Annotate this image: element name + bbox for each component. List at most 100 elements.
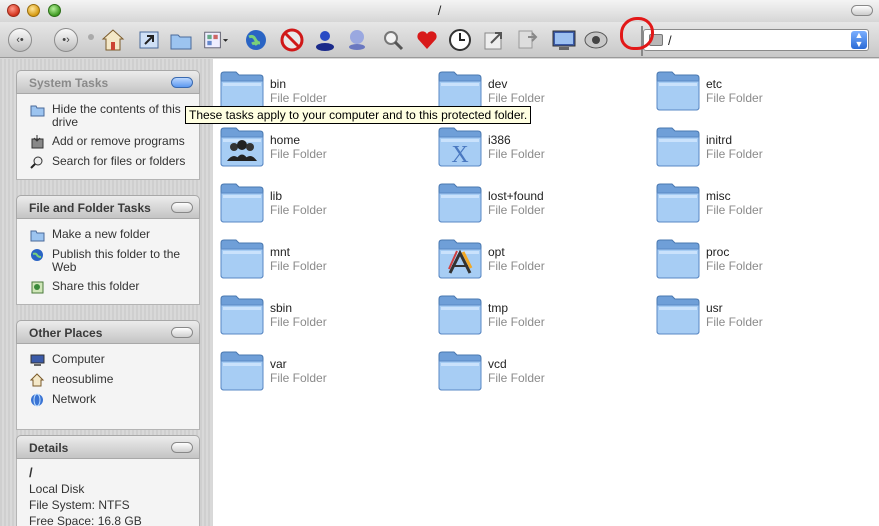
back-arrow-icon: ‹• (8, 28, 32, 52)
move-to-icon (484, 32, 502, 50)
folder-icon (438, 71, 482, 111)
stop-button[interactable] (279, 27, 305, 53)
computer-button[interactable] (551, 27, 577, 53)
toolbar-toggle-button[interactable] (851, 5, 873, 16)
panel-header[interactable]: Other Places (16, 320, 200, 344)
folder-item-initrd[interactable]: initrd File Folder (649, 119, 859, 169)
favorites-button[interactable] (414, 27, 440, 53)
folder-icon (220, 351, 264, 391)
folder-item-opt[interactable]: opt File Folder (431, 231, 641, 281)
copy-to-icon (518, 30, 538, 49)
details-free-space: Free Space: 16.8 GB (29, 514, 142, 526)
globe-icon (246, 30, 266, 50)
folder-type: File Folder (270, 203, 327, 217)
panel-header[interactable]: Details (16, 435, 200, 459)
search-button[interactable] (380, 27, 406, 53)
collapse-button[interactable] (171, 442, 193, 453)
drive-button[interactable] (583, 27, 609, 53)
task-label: Add or remove programs (52, 134, 185, 148)
place-neosublime[interactable]: neosublime (17, 370, 199, 390)
folder-item-var[interactable]: var File Folder (213, 343, 423, 393)
place-label: neosublime (52, 372, 114, 386)
folder-item-home[interactable]: home File Folder (213, 119, 423, 169)
user-button[interactable] (312, 27, 338, 53)
address-bar[interactable]: / ▲ ▼ (643, 29, 869, 51)
network-button[interactable] (243, 27, 269, 53)
folder-name: lib (270, 189, 283, 203)
folder-icon (220, 239, 264, 279)
network-icon (31, 393, 43, 407)
task-hide-drive-contents[interactable]: Hide the contents of this drive (17, 100, 199, 132)
folder-name: var (270, 357, 287, 371)
folder-type: File Folder (706, 259, 763, 273)
folder-type: File Folder (488, 91, 545, 105)
folder-item-misc[interactable]: misc File Folder (649, 175, 859, 225)
folder-item-i386[interactable]: X i386 File Folder (431, 119, 641, 169)
folder-name: opt (488, 245, 505, 259)
folder-icon (438, 351, 482, 391)
task-search-files[interactable]: Search for files or folders (17, 152, 199, 172)
up-folder-icon (139, 31, 159, 49)
folder-icon (656, 183, 700, 223)
task-share-folder[interactable]: Share this folder (17, 277, 199, 297)
toolbar: ‹• •› / ▲ ▼ (0, 22, 879, 58)
folder-item-usr[interactable]: usr File Folder (649, 287, 859, 337)
folder-name: dev (488, 77, 508, 91)
folder-item-mnt[interactable]: mnt File Folder (213, 231, 423, 281)
user2-button[interactable] (344, 27, 370, 53)
stop-icon (280, 28, 304, 52)
task-add-remove-programs[interactable]: Add or remove programs (17, 132, 199, 152)
folder-name: etc (706, 77, 723, 91)
folder-item-vcd[interactable]: vcd File Folder (431, 343, 641, 393)
folder-type: File Folder (706, 147, 763, 161)
folder-type: File Folder (488, 259, 545, 273)
copy-to-button[interactable] (515, 27, 541, 53)
folder-item-lost-found[interactable]: lost+found File Folder (431, 175, 641, 225)
task-publish-folder[interactable]: Publish this folder to the Web (17, 245, 199, 277)
file-list: bin File Folder dev File Folder etc File… (213, 59, 879, 526)
move-to-button[interactable] (481, 27, 507, 53)
folder-name: usr (706, 301, 723, 315)
folder-item-etc[interactable]: etc File Folder (649, 63, 859, 113)
folder-type: File Folder (706, 315, 763, 329)
history-button[interactable] (447, 27, 473, 53)
folder-name: lost+found (488, 189, 544, 203)
place-network[interactable]: Network (17, 390, 199, 410)
collapse-button[interactable] (171, 77, 193, 88)
new-folder-icon (30, 230, 45, 242)
panel-body: / Local Disk File System: NTFS Free Spac… (16, 459, 200, 526)
folder-item-sbin[interactable]: sbin File Folder (213, 287, 423, 337)
svg-text:X: X (451, 142, 468, 167)
place-computer[interactable]: Computer (17, 350, 199, 370)
task-label: Search for files or folders (52, 154, 186, 168)
panel-body: Computer neosublime Network (16, 344, 200, 430)
folder-item-proc[interactable]: proc File Folder (649, 231, 859, 281)
home-button[interactable] (100, 27, 126, 53)
monitor-icon (552, 30, 576, 50)
panel-body: Make a new folder Publish this folder to… (16, 219, 200, 305)
forward-button[interactable]: •› (53, 27, 79, 53)
folder-name: home (270, 133, 301, 147)
folder-item-lib[interactable]: lib File Folder (213, 175, 423, 225)
folder-name: sbin (270, 301, 293, 315)
place-label: Network (52, 392, 97, 406)
task-label: Publish this folder to the Web (52, 247, 181, 274)
task-make-new-folder[interactable]: Make a new folder (17, 225, 199, 245)
user-icon (316, 31, 334, 51)
clock-icon (449, 29, 471, 51)
back-button[interactable]: ‹• (7, 27, 33, 53)
views-button[interactable] (203, 27, 229, 53)
address-input[interactable]: / (668, 33, 672, 48)
up-button[interactable] (136, 27, 162, 53)
user-faded-icon (349, 30, 365, 50)
panel-header[interactable]: File and Folder Tasks (16, 195, 200, 219)
forward-arrow-icon: •› (54, 28, 78, 52)
folders-button[interactable] (168, 27, 194, 53)
folder-type: File Folder (270, 315, 327, 329)
address-dropdown-button[interactable]: ▲ ▼ (851, 31, 867, 49)
folder-item-tmp[interactable]: tmp File Folder (431, 287, 641, 337)
panel-header[interactable]: System Tasks (16, 70, 200, 94)
users-folder-icon (220, 127, 264, 167)
collapse-button[interactable] (171, 327, 193, 338)
collapse-button[interactable] (171, 202, 193, 213)
